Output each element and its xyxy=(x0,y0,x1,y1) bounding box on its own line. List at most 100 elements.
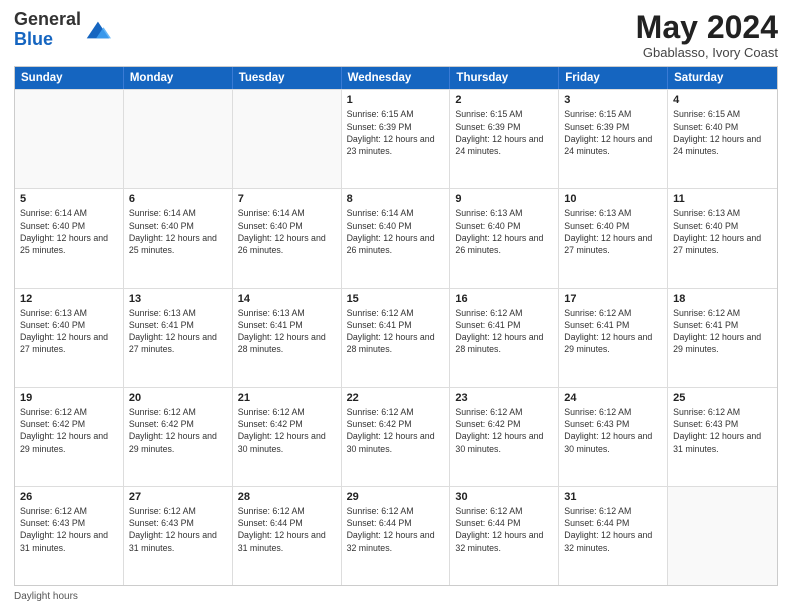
day-info: Sunrise: 6:13 AM Sunset: 6:40 PM Dayligh… xyxy=(673,207,772,256)
day-number: 13 xyxy=(129,293,227,305)
day-info: Sunrise: 6:12 AM Sunset: 6:43 PM Dayligh… xyxy=(564,406,662,455)
day-info: Sunrise: 6:15 AM Sunset: 6:39 PM Dayligh… xyxy=(455,108,553,157)
calendar-cell xyxy=(15,90,124,188)
day-info: Sunrise: 6:14 AM Sunset: 6:40 PM Dayligh… xyxy=(129,207,227,256)
logo-icon xyxy=(83,16,111,44)
calendar-body: 1Sunrise: 6:15 AM Sunset: 6:39 PM Daylig… xyxy=(15,89,777,585)
calendar-cell: 14 Sunrise: 6:13 AM Sunset: 6:41 PM Dayli… xyxy=(233,289,342,387)
calendar-week: 5 Sunrise: 6:14 AM Sunset: 6:40 PM Daylig… xyxy=(15,188,777,287)
day-number: 25 xyxy=(673,392,772,404)
day-info: Sunrise: 6:14 AM Sunset: 6:40 PM Dayligh… xyxy=(347,207,445,256)
day-info: Sunrise: 6:12 AM Sunset: 6:43 PM Dayligh… xyxy=(673,406,772,455)
day-info: Sunrise: 6:13 AM Sunset: 6:41 PM Dayligh… xyxy=(238,307,336,356)
calendar: SundayMondayTuesdayWednesdayThursdayFrid… xyxy=(14,66,778,586)
calendar-cell: 29Sunrise: 6:12 AM Sunset: 6:44 PM Dayli… xyxy=(342,487,451,585)
calendar-cell: 28 Sunrise: 6:12 AM Sunset: 6:44 PM Dayli… xyxy=(233,487,342,585)
day-info: Sunrise: 6:15 AM Sunset: 6:39 PM Dayligh… xyxy=(347,108,445,157)
day-number: 8 xyxy=(347,193,445,205)
calendar-cell: 25 Sunrise: 6:12 AM Sunset: 6:43 PM Dayli… xyxy=(668,388,777,486)
calendar-week: 26 Sunrise: 6:12 AM Sunset: 6:43 PM Dayli… xyxy=(15,486,777,585)
calendar-cell: 16Sunrise: 6:12 AM Sunset: 6:41 PM Dayli… xyxy=(450,289,559,387)
calendar-cell xyxy=(233,90,342,188)
day-number: 10 xyxy=(564,193,662,205)
day-info: Sunrise: 6:12 AM Sunset: 6:41 PM Dayligh… xyxy=(347,307,445,356)
day-number: 5 xyxy=(20,193,118,205)
day-number: 27 xyxy=(129,491,227,503)
weekday-header: Tuesday xyxy=(233,67,342,89)
day-number: 31 xyxy=(564,491,662,503)
footer: Daylight hours xyxy=(14,591,778,602)
day-info: Sunrise: 6:12 AM Sunset: 6:44 PM Dayligh… xyxy=(455,505,553,554)
calendar-cell: 4 Sunrise: 6:15 AM Sunset: 6:40 PM Daylig… xyxy=(668,90,777,188)
calendar-cell: 9 Sunrise: 6:13 AM Sunset: 6:40 PM Daylig… xyxy=(450,189,559,287)
day-info: Sunrise: 6:13 AM Sunset: 6:41 PM Dayligh… xyxy=(129,307,227,356)
calendar-cell: 12Sunrise: 6:13 AM Sunset: 6:40 PM Dayli… xyxy=(15,289,124,387)
calendar-cell: 27 Sunrise: 6:12 AM Sunset: 6:43 PM Dayli… xyxy=(124,487,233,585)
calendar-cell: 11 Sunrise: 6:13 AM Sunset: 6:40 PM Dayli… xyxy=(668,189,777,287)
day-number: 2 xyxy=(455,94,553,106)
day-info: Sunrise: 6:12 AM Sunset: 6:41 PM Dayligh… xyxy=(455,307,553,356)
calendar-cell: 20Sunrise: 6:12 AM Sunset: 6:42 PM Dayli… xyxy=(124,388,233,486)
day-info: Sunrise: 6:12 AM Sunset: 6:43 PM Dayligh… xyxy=(129,505,227,554)
title-block: May 2024 Gbablasso, Ivory Coast xyxy=(636,10,778,60)
weekday-header: Wednesday xyxy=(342,67,451,89)
calendar-cell: 8 Sunrise: 6:14 AM Sunset: 6:40 PM Daylig… xyxy=(342,189,451,287)
weekday-header: Sunday xyxy=(15,67,124,89)
day-info: Sunrise: 6:14 AM Sunset: 6:40 PM Dayligh… xyxy=(238,207,336,256)
logo-general: General xyxy=(14,9,81,29)
calendar-cell: 3Sunrise: 6:15 AM Sunset: 6:39 PM Daylig… xyxy=(559,90,668,188)
day-info: Sunrise: 6:12 AM Sunset: 6:44 PM Dayligh… xyxy=(238,505,336,554)
day-number: 17 xyxy=(564,293,662,305)
day-number: 24 xyxy=(564,392,662,404)
day-number: 28 xyxy=(238,491,336,503)
calendar-cell: 21Sunrise: 6:12 AM Sunset: 6:42 PM Dayli… xyxy=(233,388,342,486)
logo-blue: Blue xyxy=(14,29,53,49)
calendar-cell: 2 Sunrise: 6:15 AM Sunset: 6:39 PM Daylig… xyxy=(450,90,559,188)
calendar-week: 19 Sunrise: 6:12 AM Sunset: 6:42 PM Dayli… xyxy=(15,387,777,486)
weekday-header: Saturday xyxy=(668,67,777,89)
day-number: 15 xyxy=(347,293,445,305)
day-info: Sunrise: 6:13 AM Sunset: 6:40 PM Dayligh… xyxy=(564,207,662,256)
calendar-cell: 30Sunrise: 6:12 AM Sunset: 6:44 PM Dayli… xyxy=(450,487,559,585)
day-number: 4 xyxy=(673,94,772,106)
day-info: Sunrise: 6:13 AM Sunset: 6:40 PM Dayligh… xyxy=(20,307,118,356)
day-info: Sunrise: 6:15 AM Sunset: 6:40 PM Dayligh… xyxy=(673,108,772,157)
calendar-cell xyxy=(124,90,233,188)
calendar-week: 1Sunrise: 6:15 AM Sunset: 6:39 PM Daylig… xyxy=(15,89,777,188)
footer-label: Daylight hours xyxy=(14,591,78,602)
calendar-cell: 24 Sunrise: 6:12 AM Sunset: 6:43 PM Dayli… xyxy=(559,388,668,486)
day-number: 22 xyxy=(347,392,445,404)
calendar-cell: 18Sunrise: 6:12 AM Sunset: 6:41 PM Dayli… xyxy=(668,289,777,387)
calendar-cell: 13 Sunrise: 6:13 AM Sunset: 6:41 PM Dayli… xyxy=(124,289,233,387)
day-number: 21 xyxy=(238,392,336,404)
calendar-cell: 6Sunrise: 6:14 AM Sunset: 6:40 PM Daylig… xyxy=(124,189,233,287)
day-info: Sunrise: 6:12 AM Sunset: 6:42 PM Dayligh… xyxy=(347,406,445,455)
day-number: 9 xyxy=(455,193,553,205)
calendar-cell: 23 Sunrise: 6:12 AM Sunset: 6:42 PM Dayli… xyxy=(450,388,559,486)
day-number: 11 xyxy=(673,193,772,205)
calendar-cell: 1Sunrise: 6:15 AM Sunset: 6:39 PM Daylig… xyxy=(342,90,451,188)
calendar-cell: 7 Sunrise: 6:14 AM Sunset: 6:40 PM Daylig… xyxy=(233,189,342,287)
day-number: 7 xyxy=(238,193,336,205)
calendar-header: SundayMondayTuesdayWednesdayThursdayFrid… xyxy=(15,67,777,89)
day-info: Sunrise: 6:12 AM Sunset: 6:43 PM Dayligh… xyxy=(20,505,118,554)
location: Gbablasso, Ivory Coast xyxy=(636,45,778,60)
day-info: Sunrise: 6:12 AM Sunset: 6:42 PM Dayligh… xyxy=(129,406,227,455)
day-number: 19 xyxy=(20,392,118,404)
calendar-cell: 19 Sunrise: 6:12 AM Sunset: 6:42 PM Dayli… xyxy=(15,388,124,486)
day-info: Sunrise: 6:12 AM Sunset: 6:42 PM Dayligh… xyxy=(20,406,118,455)
weekday-header: Friday xyxy=(559,67,668,89)
page: General Blue May 2024 Gbablasso, Ivory C… xyxy=(0,0,792,612)
day-number: 26 xyxy=(20,491,118,503)
calendar-cell xyxy=(668,487,777,585)
calendar-cell: 15 Sunrise: 6:12 AM Sunset: 6:41 PM Dayli… xyxy=(342,289,451,387)
calendar-cell: 10 Sunrise: 6:13 AM Sunset: 6:40 PM Dayli… xyxy=(559,189,668,287)
day-info: Sunrise: 6:12 AM Sunset: 6:42 PM Dayligh… xyxy=(455,406,553,455)
day-info: Sunrise: 6:13 AM Sunset: 6:40 PM Dayligh… xyxy=(455,207,553,256)
calendar-cell: 26 Sunrise: 6:12 AM Sunset: 6:43 PM Dayli… xyxy=(15,487,124,585)
weekday-header: Monday xyxy=(124,67,233,89)
day-number: 14 xyxy=(238,293,336,305)
day-number: 18 xyxy=(673,293,772,305)
calendar-cell: 22 Sunrise: 6:12 AM Sunset: 6:42 PM Dayli… xyxy=(342,388,451,486)
day-number: 23 xyxy=(455,392,553,404)
